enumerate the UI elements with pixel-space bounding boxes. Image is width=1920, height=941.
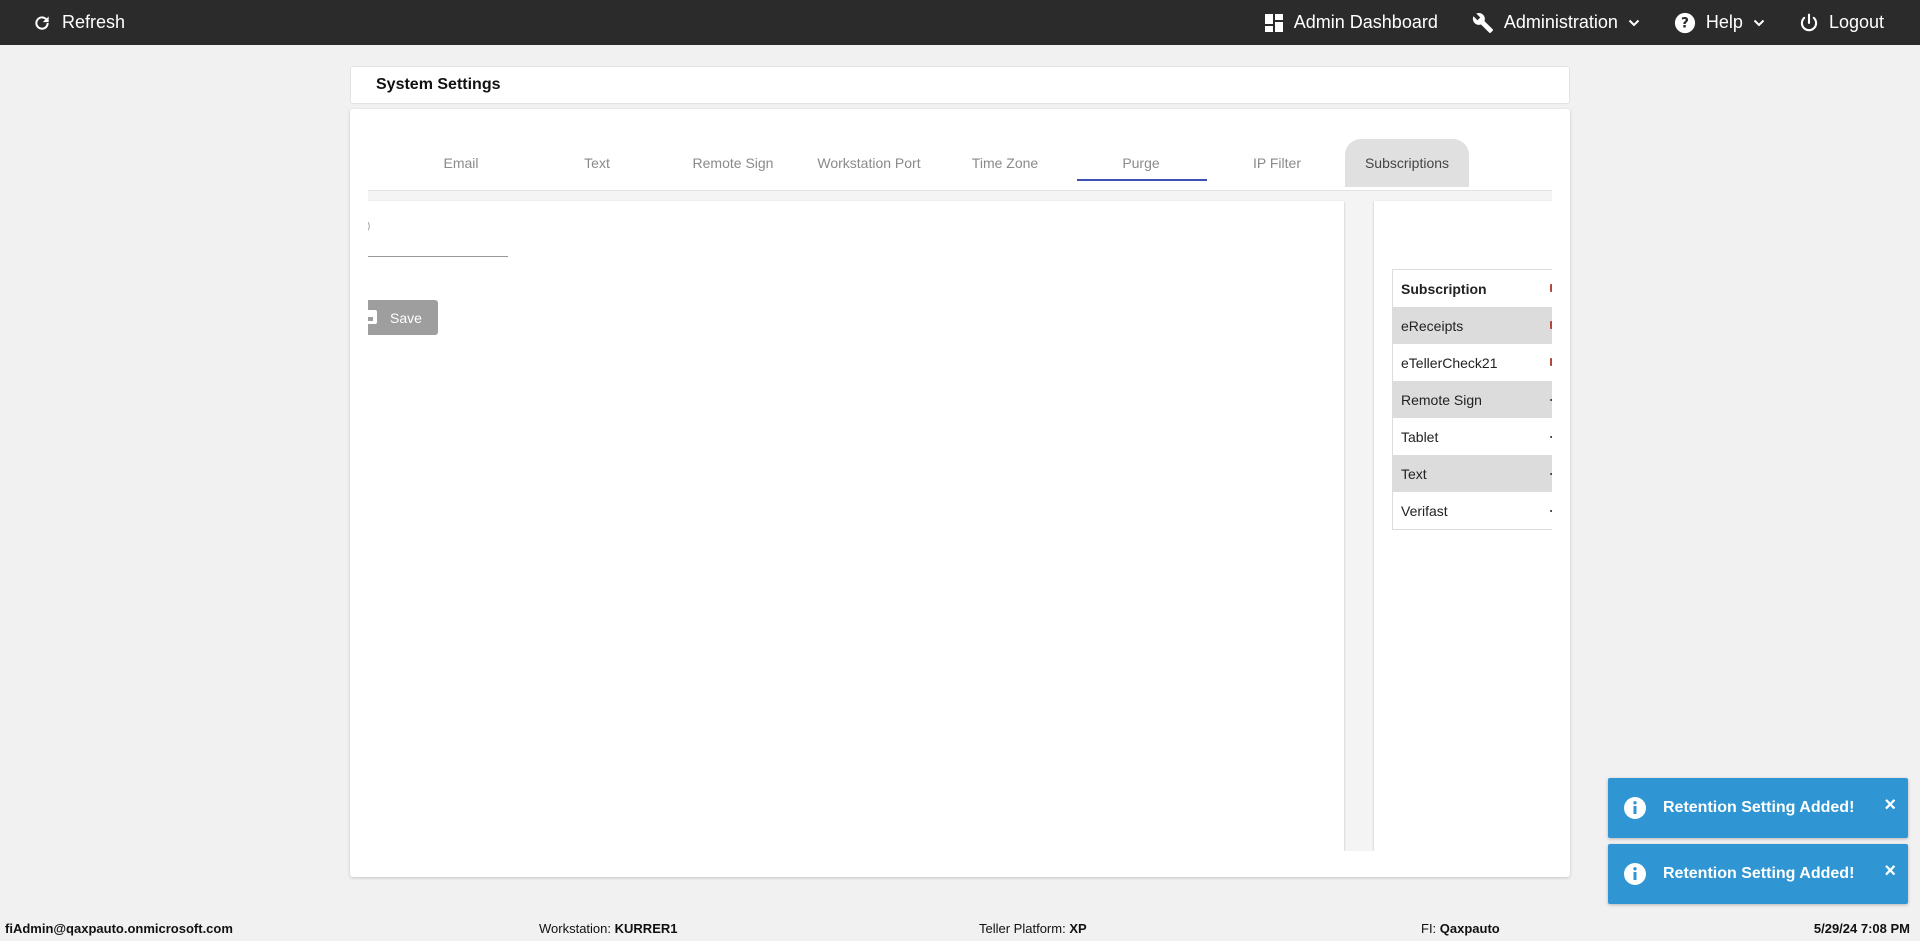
admin-dashboard-label: Admin Dashboard <box>1293 12 1438 32</box>
close-icon[interactable]: × <box>1884 860 1896 883</box>
subscription-column-header: Subscription <box>1401 280 1487 297</box>
retention-field-label: s) <box>368 221 370 232</box>
tab-time-zone[interactable]: Time Zone <box>940 139 1070 187</box>
subscription-name: Verifast <box>1401 502 1448 519</box>
power-icon <box>1800 13 1818 31</box>
clipped-cell <box>1550 358 1552 366</box>
table-row[interactable]: Remote Sign <box>1393 381 1552 418</box>
chevron-down-icon <box>1628 19 1640 26</box>
subscription-name: Tablet <box>1401 428 1439 445</box>
active-tab-indicator <box>1077 179 1207 181</box>
toast-notification: Retention Setting Added! × <box>1608 778 1908 838</box>
save-label: Save <box>390 309 422 326</box>
clipped-cell <box>1550 473 1552 475</box>
help-label: Help <box>1705 12 1743 32</box>
toast-message: Retention Setting Added! <box>1663 799 1855 816</box>
tab-remote-sign[interactable]: Remote Sign <box>668 139 798 187</box>
settings-tabs: Email Text Remote Sign Workstation Port … <box>368 129 1552 191</box>
table-row[interactable]: eTellerCheck21 <box>1393 344 1552 381</box>
subscription-name: Text <box>1401 465 1427 482</box>
help-menu[interactable]: ? Help <box>1674 0 1765 45</box>
table-row[interactable]: Text <box>1393 455 1552 492</box>
page-title: System Settings <box>376 76 501 93</box>
wrench-icon <box>1472 12 1493 33</box>
table-row[interactable]: eReceipts <box>1393 307 1552 344</box>
top-navigation-bar: Refresh Admin Dashboard Administration ?… <box>0 0 1920 45</box>
logout-label: Logout <box>1828 12 1884 32</box>
clipped-cell <box>1550 436 1552 438</box>
subscription-name: eReceipts <box>1401 317 1464 334</box>
toast-message: Retention Setting Added! <box>1663 865 1855 882</box>
table-header: Subscription <box>1393 270 1552 307</box>
refresh-icon <box>35 15 49 30</box>
toast-notification: Retention Setting Added! × <box>1608 844 1908 904</box>
logout-button[interactable]: Logout <box>1799 0 1884 45</box>
save-button[interactable]: Save <box>368 300 438 335</box>
status-fi: FI: Qaxpauto <box>1421 921 1500 936</box>
refresh-label: Refresh <box>62 12 126 32</box>
table-row[interactable]: Verifast <box>1393 492 1552 529</box>
admin-dashboard-link[interactable]: Admin Dashboard <box>1264 0 1438 45</box>
tab-ip-filter[interactable]: IP Filter <box>1212 139 1342 187</box>
tab-subscriptions[interactable]: Subscriptions <box>1345 139 1469 187</box>
administration-menu[interactable]: Administration <box>1472 0 1640 45</box>
tab-workstation-port[interactable]: Workstation Port <box>804 139 934 187</box>
tab-text[interactable]: Text <box>532 139 662 187</box>
clipped-cell <box>1550 321 1552 329</box>
save-icon <box>368 310 377 324</box>
clipped-cell <box>1550 399 1552 401</box>
clipped-cell <box>1550 510 1552 512</box>
status-user: fiAdmin@qaxpauto.onmicrosoft.com <box>5 921 233 936</box>
status-teller-platform: Teller Platform: XP <box>979 921 1087 936</box>
right-navigation: Admin Dashboard Administration ? Help Lo… <box>1264 0 1884 45</box>
subscription-name: eTellerCheck21 <box>1401 354 1498 371</box>
page-title-card: System Settings <box>350 66 1570 104</box>
subscription-name: Remote Sign <box>1401 391 1482 408</box>
tab-email[interactable]: Email <box>396 139 526 187</box>
svg-text:?: ? <box>1681 15 1689 31</box>
dashboard-icon <box>1264 13 1283 32</box>
close-icon[interactable]: × <box>1884 794 1896 817</box>
purge-settings-panel: s) Save <box>368 201 1344 851</box>
chevron-down-icon <box>1753 19 1765 26</box>
info-icon <box>1624 797 1646 819</box>
subscriptions-panel: Subscription eReceipts eTellerCheck21 Re… <box>1374 201 1552 851</box>
subscriptions-table: Subscription eReceipts eTellerCheck21 Re… <box>1392 269 1552 530</box>
status-workstation: Workstation: KURRER1 <box>539 921 678 936</box>
settings-card: Email Text Remote Sign Workstation Port … <box>350 109 1570 877</box>
info-icon <box>1624 863 1646 885</box>
status-bar: fiAdmin@qaxpauto.onmicrosoft.com Worksta… <box>0 915 1920 941</box>
refresh-button[interactable]: Refresh <box>32 0 125 45</box>
administration-label: Administration <box>1503 12 1618 32</box>
table-row[interactable]: Tablet <box>1393 418 1552 455</box>
tab-content-area: s) Save Subscription eReceipts <box>368 191 1552 851</box>
status-datetime: 5/29/24 7:08 PM <box>1813 921 1910 936</box>
help-icon: ? <box>1674 12 1695 33</box>
clipped-column-header <box>1550 284 1552 292</box>
retention-input[interactable] <box>368 256 508 257</box>
